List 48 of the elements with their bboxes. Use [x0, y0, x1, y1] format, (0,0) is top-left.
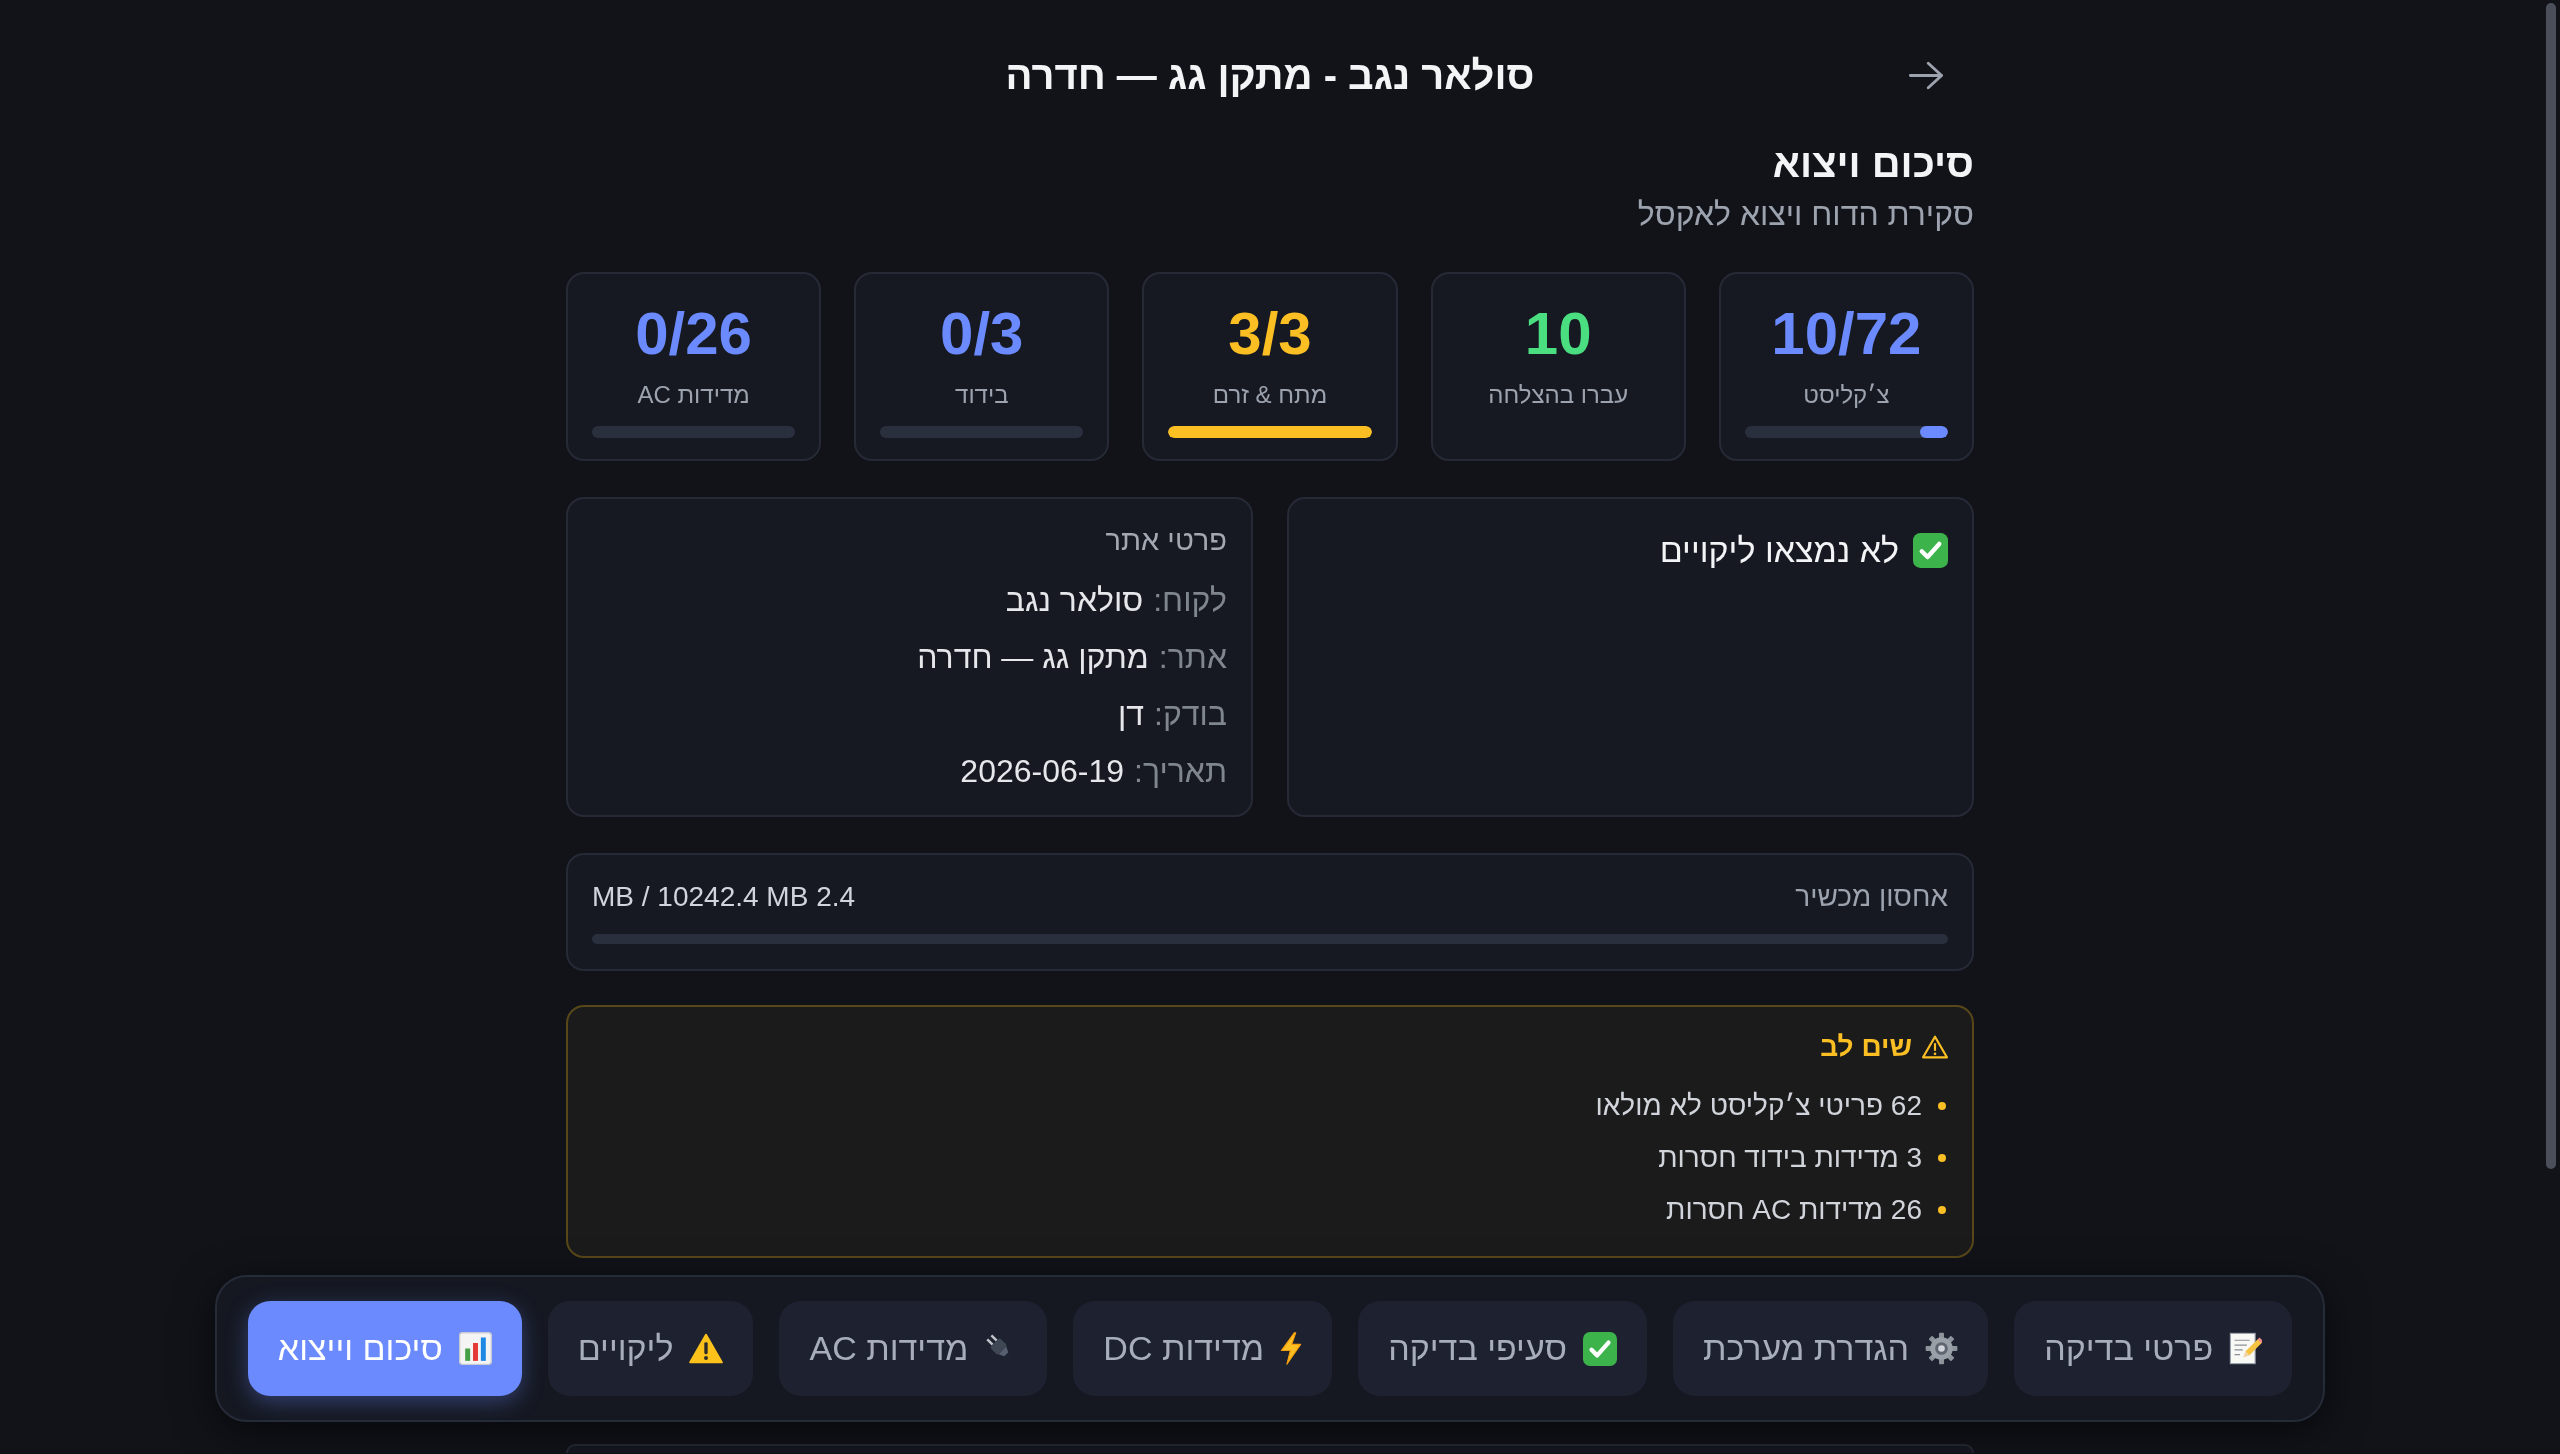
field-label: תאריך: — [1134, 752, 1227, 791]
checkmark-icon — [1913, 532, 1948, 568]
stat-value: 0/26 — [635, 302, 752, 366]
stat-value: 3/3 — [1228, 302, 1312, 366]
lightning-icon — [1280, 1332, 1303, 1365]
stat-value: 10/72 — [1771, 302, 1922, 366]
nav-tab[interactable]: סעיפי בדיקה — [1358, 1301, 1647, 1396]
defects-status: לא נמצאו ליקויים — [1659, 530, 1899, 571]
stat-label: מתח & זרם — [1212, 380, 1328, 410]
field-value: סולאר נגב — [1005, 581, 1144, 620]
field-value: דן — [1118, 695, 1145, 734]
bar-chart-icon — [458, 1332, 492, 1365]
field-value: מתקן גג — חדרה — [917, 638, 1149, 677]
scrollbar-thumb[interactable] — [2546, 3, 2556, 1169]
field-value: 2026-06-19 — [960, 752, 1125, 791]
stat-label: צ׳קליסט — [1803, 380, 1890, 410]
nav-tab[interactable]: פרטי בדיקה — [2014, 1301, 2293, 1396]
section-subtitle: סקירת הדוח ויצוא לאקסל — [1637, 195, 1974, 233]
warning-icon — [689, 1333, 724, 1364]
gear-icon — [1925, 1332, 1959, 1365]
nav-tab[interactable]: הגדרת מערכת — [1673, 1301, 1989, 1396]
storage-label: אחסון מכשיר — [1795, 880, 1948, 914]
warning-icon — [1922, 1035, 1948, 1059]
field-label: בודק: — [1154, 695, 1227, 734]
warning-item: 3 מדידות בידוד חסרות — [1658, 1141, 1922, 1175]
section-title: סיכום ויצוא — [1772, 140, 1974, 186]
nav-tab[interactable]: ליקויים — [547, 1301, 754, 1396]
bullet-icon — [1938, 1154, 1946, 1162]
memo-icon — [2229, 1332, 2263, 1365]
stat-value: 0/3 — [940, 302, 1024, 366]
bullet-icon — [1938, 1206, 1946, 1214]
nav-tab[interactable]: מדידות AC — [779, 1301, 1048, 1396]
page-title: סולאר נגב - מתקן גג — חדרה — [1005, 52, 1535, 99]
stat-label: בידוד — [955, 380, 1009, 410]
checkmark-icon — [1583, 1331, 1617, 1366]
bullet-icon — [1938, 1102, 1946, 1110]
field-label: אתר: — [1158, 638, 1227, 677]
stat-value: 10 — [1524, 302, 1592, 366]
nav-tab[interactable]: מדידות DC — [1073, 1301, 1333, 1396]
warning-title: שים לב — [1820, 1030, 1912, 1064]
warning-item: 62 פריטי צ׳קליסט לא מולאו — [1595, 1089, 1922, 1123]
card-title: פרטי אתר — [1105, 523, 1227, 558]
stat-label: עברו בהצלחה — [1488, 380, 1629, 410]
field-label: לקוח: — [1153, 581, 1227, 620]
arrow-right-icon[interactable] — [1908, 60, 1944, 90]
storage-reading: 2.4 MB / 10242.4 MB — [592, 880, 856, 914]
warning-item: 26 מדידות AC חסרות — [1666, 1193, 1922, 1227]
stat-label: מדידות AC — [637, 380, 750, 410]
